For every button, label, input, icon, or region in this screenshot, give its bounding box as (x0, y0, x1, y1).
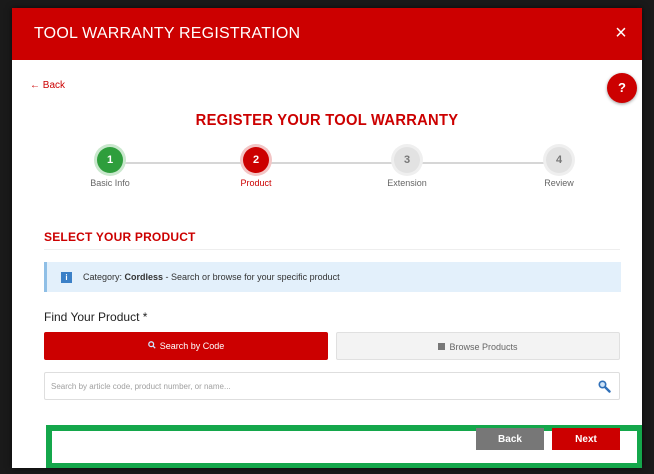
category-info-box: i Category: Cordless - Search or browse … (44, 262, 621, 292)
product-search-field (44, 372, 620, 400)
next-button[interactable]: Next (552, 428, 620, 450)
page-title: REGISTER YOUR TOOL WARRANTY (195, 112, 459, 129)
help-button[interactable]: ? (607, 73, 637, 103)
divider (44, 249, 620, 250)
search-icon (147, 332, 156, 360)
step-basic-info: 1 Basic Info (70, 147, 150, 188)
tab-browse-products[interactable]: Browse Products (336, 332, 620, 360)
step-review: 4 Review (519, 147, 599, 188)
info-icon: i (61, 272, 72, 283)
search-icon[interactable] (597, 379, 611, 393)
modal-header: TOOL WARRANTY REGISTRATION × (12, 8, 642, 60)
stepper-track (110, 162, 558, 164)
section-title: SELECT YOUR PRODUCT (44, 230, 196, 244)
grid-icon (438, 333, 446, 361)
find-product-label: Find Your Product * (44, 310, 148, 324)
warranty-modal: TOOL WARRANTY REGISTRATION × ← Back ? RE… (12, 8, 642, 468)
info-suffix: - Search or browse for your specific pro… (163, 272, 340, 282)
step-extension: 3 Extension (367, 147, 447, 188)
tab-label: Browse Products (449, 342, 518, 352)
modal-title: TOOL WARRANTY REGISTRATION (34, 25, 301, 42)
info-category: Cordless (124, 272, 164, 282)
step-number: 4 (546, 147, 572, 173)
step-label: Basic Info (90, 178, 130, 188)
step-number: 2 (243, 147, 269, 173)
tab-search-by-code[interactable]: Search by Code (44, 332, 328, 360)
back-link[interactable]: ← Back (30, 80, 65, 91)
step-number: 3 (394, 147, 420, 173)
search-input[interactable] (51, 373, 591, 399)
step-label: Product (240, 178, 272, 188)
back-button[interactable]: Back (476, 428, 544, 450)
info-text: Category: Cordless - Search or browse fo… (83, 272, 340, 282)
step-label: Review (544, 178, 574, 188)
step-product: 2 Product (216, 147, 296, 188)
close-icon[interactable]: × (610, 22, 632, 44)
step-number: 1 (97, 147, 123, 173)
tab-label: Search by Code (159, 341, 225, 351)
info-prefix: Category: (83, 272, 125, 282)
step-label: Extension (387, 178, 427, 188)
